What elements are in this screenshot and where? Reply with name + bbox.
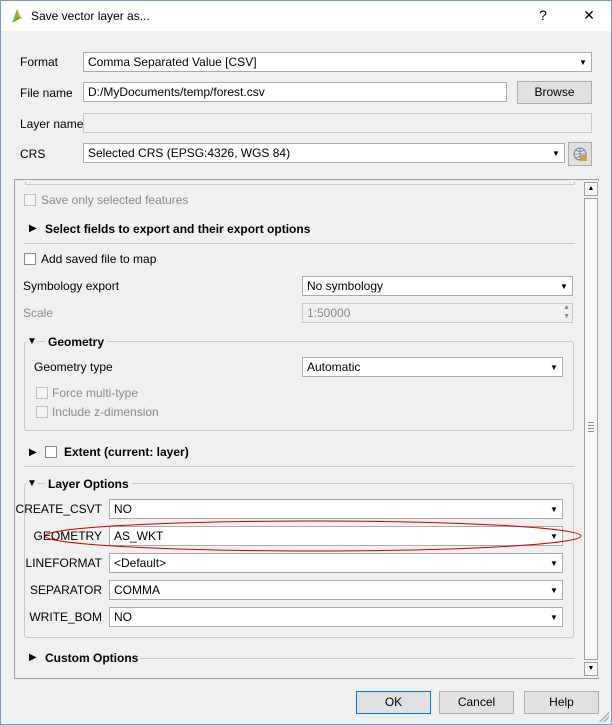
chevron-down-icon: ▼ [550, 585, 558, 595]
browse-button[interactable]: Browse [517, 81, 592, 104]
format-combo[interactable]: Comma Separated Value [CSV] ▼ [83, 52, 592, 72]
close-window-button[interactable]: ✕ [579, 7, 599, 24]
filename-label: File name [20, 86, 73, 100]
save-vector-layer-dialog: Save vector layer as... ? ✕ Format Comma… [0, 0, 612, 725]
help-button[interactable]: Help [524, 691, 599, 714]
title-bar: Save vector layer as... ? ✕ [1, 1, 611, 31]
option-value: NO [114, 610, 132, 624]
scale-label: Scale [23, 306, 54, 320]
resize-grip-icon[interactable] [599, 712, 609, 722]
crs-combo[interactable]: Selected CRS (EPSG:4326, WGS 84) ▼ [83, 143, 565, 163]
qgis-logo-icon [9, 7, 25, 25]
chevron-down-icon: ▼ [550, 558, 558, 568]
expand-right-icon[interactable]: ▶ [29, 652, 37, 663]
option-value: NO [114, 502, 132, 516]
crs-label: CRS [20, 147, 46, 161]
help-title-button[interactable]: ? [533, 7, 553, 23]
cancel-button[interactable]: Cancel [439, 691, 514, 714]
layername-input[interactable] [83, 113, 592, 133]
add-saved-file-checkbox[interactable] [24, 253, 36, 265]
chevron-down-icon: ▼ [560, 281, 568, 291]
expand-right-icon[interactable]: ▶ [29, 223, 37, 234]
add-saved-file-label: Add saved file to map [41, 252, 157, 266]
scroll-down-button[interactable]: ▼ [584, 662, 598, 676]
divider [141, 658, 575, 659]
select-fields-group-title[interactable]: Select fields to export and their export… [45, 222, 310, 236]
include-z-label: Include z-dimension [52, 405, 159, 419]
filename-input[interactable]: D:/MyDocuments/temp/forest.csv [83, 82, 507, 102]
extent-checkbox[interactable] [45, 446, 57, 458]
option-label: LINEFORMAT [25, 556, 102, 570]
globe-crs-icon [572, 146, 588, 169]
geometry-type-label: Geometry type [34, 360, 113, 374]
divider [24, 243, 575, 244]
highlight-ellipse [44, 520, 582, 552]
ok-button[interactable]: OK [356, 691, 431, 714]
spin-down-icon[interactable]: ▼ [563, 313, 570, 320]
symbology-value: No symbology [307, 279, 384, 293]
chevron-down-icon: ▼ [552, 148, 560, 158]
chevron-down-icon: ▼ [579, 57, 587, 67]
crs-value: Selected CRS (EPSG:4326, WGS 84) [88, 146, 291, 160]
option-label: CREATE_CSVT [15, 502, 102, 516]
filename-value: D:/MyDocuments/temp/forest.csv [88, 85, 265, 99]
grip-icon [588, 422, 594, 434]
force-multi-label: Force multi-type [52, 386, 139, 400]
scroll-thumb[interactable] [584, 198, 598, 660]
geometry-type-combo[interactable]: Automatic ▼ [302, 357, 563, 377]
expand-right-icon[interactable]: ▶ [29, 447, 37, 458]
option-label: WRITE_BOM [29, 610, 102, 624]
symbology-combo[interactable]: No symbology ▼ [302, 276, 573, 296]
option-value: COMMA [114, 583, 160, 597]
window-title: Save vector layer as... [31, 9, 150, 23]
vertical-scrollbar[interactable]: ▲ ▼ [583, 181, 599, 677]
select-crs-button[interactable] [568, 142, 592, 166]
option-label: SEPARATOR [29, 583, 102, 597]
force-multi-checkbox[interactable] [36, 387, 48, 399]
format-value: Comma Separated Value [CSV] [88, 55, 257, 69]
geometry-group-title[interactable]: Geometry [45, 335, 108, 349]
option-value: <Default> [114, 556, 167, 570]
layername-label: Layer name [20, 117, 84, 131]
include-z-checkbox[interactable] [36, 406, 48, 418]
option-combo[interactable]: NO ▼ [109, 607, 563, 627]
custom-options-group-title[interactable]: Custom Options [45, 651, 138, 665]
save-only-selected-label: Save only selected features [41, 193, 189, 207]
scale-value: 1:50000 [307, 306, 351, 320]
save-only-selected-checkbox[interactable] [24, 194, 36, 206]
panel-top-edge [25, 181, 575, 185]
spin-up-icon[interactable]: ▲ [563, 304, 570, 311]
geometry-type-value: Automatic [307, 360, 361, 374]
format-label: Format [20, 55, 59, 69]
chevron-down-icon: ▼ [550, 362, 558, 372]
layer-options-group-title[interactable]: Layer Options [45, 477, 132, 491]
option-combo[interactable]: <Default> ▼ [109, 553, 563, 573]
scroll-up-button[interactable]: ▲ [584, 182, 598, 196]
collapse-down-icon[interactable]: ▼ [27, 336, 37, 347]
chevron-down-icon: ▼ [550, 612, 558, 622]
option-combo[interactable]: COMMA ▼ [109, 580, 563, 600]
symbology-label: Symbology export [23, 279, 120, 293]
extent-group-title[interactable]: Extent (current: layer) [64, 445, 189, 459]
scale-spinbox[interactable]: 1:50000 ▲ ▼ [302, 303, 573, 323]
collapse-down-icon[interactable]: ▼ [27, 478, 37, 489]
divider [24, 466, 575, 467]
